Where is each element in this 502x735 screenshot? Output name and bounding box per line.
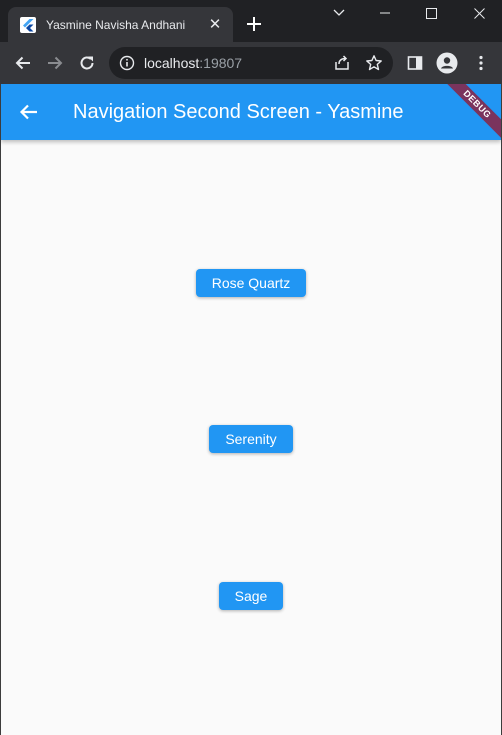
arrow-back-icon[interactable]	[17, 100, 41, 124]
profile-icon[interactable]	[435, 51, 459, 75]
url-text[interactable]: localhost:19807	[144, 55, 242, 71]
close-icon[interactable]: ✕	[207, 16, 223, 33]
url-host: localhost	[144, 55, 200, 71]
button-row-rose-quartz: Rose Quartz	[1, 269, 501, 297]
rose-quartz-button[interactable]: Rose Quartz	[195, 269, 307, 297]
side-panel-icon[interactable]	[403, 51, 427, 75]
button-row-sage: Sage	[1, 582, 501, 610]
tab-title: Yasmine Navisha Andhani	[46, 17, 186, 32]
serenity-button[interactable]: Serenity	[209, 425, 293, 453]
back-icon[interactable]	[11, 51, 35, 75]
browser-toolbar: localhost:19807	[0, 42, 502, 84]
tab-search-icon[interactable]	[316, 0, 362, 26]
url-port: :19807	[199, 55, 243, 71]
app-bar: Navigation Second Screen - Yasmine	[1, 84, 501, 140]
info-icon[interactable]	[119, 55, 135, 71]
browser-tab[interactable]: Yasmine Navisha Andhani ✕	[8, 7, 233, 42]
window-close-icon[interactable]	[456, 0, 502, 26]
button-row-serenity: Serenity	[1, 425, 501, 453]
address-bar[interactable]: localhost:19807	[109, 47, 393, 79]
forward-icon[interactable]	[43, 51, 67, 75]
flutter-icon	[20, 16, 36, 33]
page-title: Navigation Second Screen - Yasmine	[73, 101, 404, 123]
reload-icon[interactable]	[75, 51, 99, 75]
app-viewport: Navigation Second Screen - Yasmine DEBUG…	[0, 84, 502, 735]
maximize-icon[interactable]	[408, 0, 454, 26]
new-tab-icon[interactable]	[244, 14, 264, 34]
sage-button[interactable]: Sage	[218, 582, 284, 610]
more-icon[interactable]	[469, 51, 493, 75]
star-icon[interactable]	[365, 54, 383, 72]
share-icon[interactable]	[333, 54, 351, 72]
minimize-icon[interactable]	[362, 0, 408, 26]
browser-tab-strip: Yasmine Navisha Andhani ✕	[0, 0, 502, 42]
